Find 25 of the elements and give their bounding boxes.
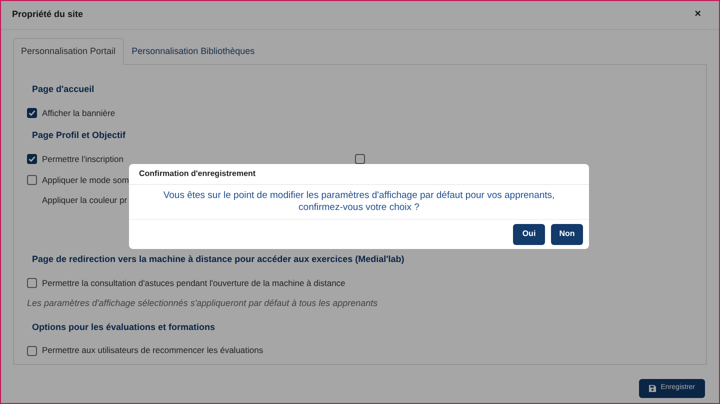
info-note: Les paramètres d'affichage sélectionnés s'appliqueront par défaut à tous les apprenants [27,297,379,310]
section-heading: Page Profil et Objectif [32,129,127,142]
checkbox-label: Appliquer le mode som [42,174,129,186]
section-heading: Options pour les évaluations et formations [32,320,216,334]
checkbox-label: Permettre aux utilisateurs de recommencer les évaluations [42,344,264,357]
tab[interactable]: Personnalisation Portail [13,38,124,65]
confirm-button[interactable]: Non [551,224,583,245]
option-description: Appliquer la couleur pr [42,194,128,207]
section-heading: Page de redirection vers la machine à distance pour accéder aux exercices (Medial'lab) [32,253,406,266]
dialog-title: Confirmation d'enregistrement [129,164,589,185]
checkbox[interactable] [27,154,37,164]
checkbox-label: Permettre l'inscription [42,152,124,166]
confirm-button[interactable]: Oui [513,224,545,245]
checkbox[interactable] [27,174,37,185]
checkbox[interactable] [27,278,37,288]
confirmation-message: Vous êtes sur le point de modifier les paramètres d'affichage par défaut pour vos apprenants, confirmez-vous votre choix ? [129,185,589,220]
checkbox[interactable] [27,346,37,356]
dialog-title: Propriété du site [12,8,84,21]
checkbox-label: Permettre la consultation d'astuces pendant l'ouverture de la machine à distance [42,276,346,290]
tab[interactable]: Personnalisation Bibliothèques [124,38,263,65]
checkbox[interactable] [27,108,37,118]
section-heading: Page d'accueil [32,83,96,96]
checkbox-label: Afficher la bannière [42,106,116,120]
close-button[interactable]: × [690,9,705,20]
checkbox[interactable] [355,154,365,164]
